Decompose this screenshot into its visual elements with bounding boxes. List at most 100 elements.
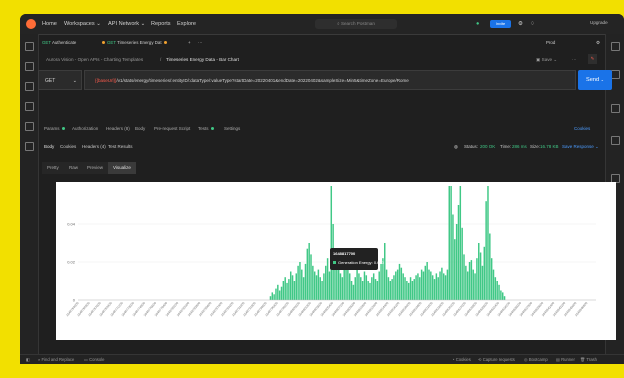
find-replace-button[interactable]: ⌕ Find and Replace [38,357,74,362]
method-select[interactable]: GET ⌄ [38,70,82,90]
bar [424,265,427,300]
tab-authenticate[interactable]: GET Authenticate [42,40,76,45]
tab-response-cookies[interactable]: Cookies [60,144,76,149]
tab-response-body[interactable]: Body [44,144,54,149]
bar [404,277,406,300]
bar [400,267,403,300]
sync-icon[interactable]: ● [476,21,479,27]
edit-icon[interactable]: ✎ [588,54,597,64]
add-tab-icon[interactable]: + [188,40,191,45]
bar [341,277,344,300]
upgrade-button[interactable]: Upgrade [590,20,608,25]
bar [360,277,362,300]
history-icon[interactable] [25,142,34,151]
environment-settings-icon[interactable]: ⚙ [596,40,600,46]
bar [492,269,495,300]
bar [273,294,275,300]
nav-api-network[interactable]: API Network ⌄ [108,21,145,27]
bar [376,281,379,300]
tab-pretty[interactable]: Pretty [42,162,64,174]
cookies-link[interactable]: Cookies [574,126,590,131]
status-value: 200 OK [480,144,496,149]
bar [350,281,353,300]
tab-timeseries[interactable]: GET Timeseries Energy Dat [100,40,169,45]
bell-icon[interactable]: ♢ [530,21,535,27]
bar [356,269,358,300]
console-button[interactable]: ▭ Console [84,357,105,362]
bar [409,277,412,300]
globe-icon[interactable]: ◍ [454,144,458,150]
bar [378,271,380,300]
url-input[interactable]: {{baseUrl}}/v1/stats/energy/timeseries/:… [84,70,576,90]
tab-tests[interactable]: Tests [198,126,216,131]
save-response-button[interactable]: Save Response ⌄ [562,144,599,150]
tab-raw[interactable]: Raw [64,162,84,174]
tab-settings[interactable]: Settings [224,126,240,131]
runner-button[interactable]: ▤ Runner [556,357,575,362]
comments-icon[interactable] [611,70,620,79]
cookies-button[interactable]: ◔ Cookies [452,357,471,362]
tab-visualize[interactable]: Visualize [108,162,136,174]
info-icon[interactable] [611,136,620,145]
bar [441,267,443,300]
nav-explore[interactable]: Explore [177,21,196,27]
bar [420,269,423,300]
bar [289,271,292,300]
breadcrumb-separator: / [160,57,162,62]
bar [387,277,390,300]
trash-button[interactable]: 🗑 Trash [580,357,597,363]
bar [280,286,283,300]
tab-test-results[interactable]: Test Results [108,144,133,149]
nav-workspaces[interactable]: Workspaces ⌄ [64,21,101,27]
apis-icon[interactable] [25,62,34,71]
bar [304,263,307,300]
environments-icon[interactable] [25,82,34,91]
collections-icon[interactable] [25,42,34,51]
postman-logo-icon[interactable] [26,19,36,29]
tab-params[interactable]: Params [44,126,67,131]
bar [291,275,294,300]
nav-home[interactable]: Home [42,21,57,27]
send-button[interactable]: Send ⌄ [578,70,612,90]
bar [310,254,312,300]
bar [299,262,301,300]
bar [466,271,469,300]
bootcamp-button[interactable]: ◎ Bootcamp [524,357,548,362]
code-icon[interactable] [611,104,620,113]
breadcrumb-path[interactable]: Aurora Vision - Open APIs - Charting Tem… [46,57,143,62]
bar [494,277,497,300]
tab-prerequest[interactable]: Pre-request Script [154,126,190,131]
monitors-icon[interactable] [25,122,34,131]
bar [319,277,321,300]
bar [330,186,333,300]
bar [354,277,356,300]
more-actions-icon[interactable]: ··· [572,57,577,62]
tab-body[interactable]: Body [135,126,145,131]
bar [293,281,296,300]
environment-select[interactable]: Prod [546,40,555,45]
more-tabs-icon[interactable]: ··· [198,40,202,45]
bar [301,269,303,300]
documentation-icon[interactable] [611,42,620,51]
nav-reports[interactable]: Reports [151,21,171,27]
bar [312,265,314,300]
sidebar-toggle-icon[interactable]: ◧ [26,357,30,362]
mock-servers-icon[interactable] [25,102,34,111]
tab-response-headers[interactable]: Headers (4) [82,144,106,149]
search-input[interactable]: ⌕ Search Postman [315,19,397,29]
tab-headers[interactable]: Headers (8) [106,126,130,131]
invite-button[interactable]: Invite [490,20,511,28]
bar [275,288,277,300]
bar [472,269,474,300]
bar [369,282,371,300]
bar [284,277,286,300]
bar [363,271,366,300]
save-button[interactable]: ▣ Save ⌄ [536,57,557,63]
bar [380,263,382,300]
tab-authorization[interactable]: Authorization [72,126,98,131]
capture-requests-button[interactable]: ⟲ Capture requests [478,357,515,362]
gear-icon[interactable]: ⚙ [518,21,523,27]
bar [463,254,465,300]
tab-preview[interactable]: Preview [82,162,109,174]
bar [459,186,462,300]
